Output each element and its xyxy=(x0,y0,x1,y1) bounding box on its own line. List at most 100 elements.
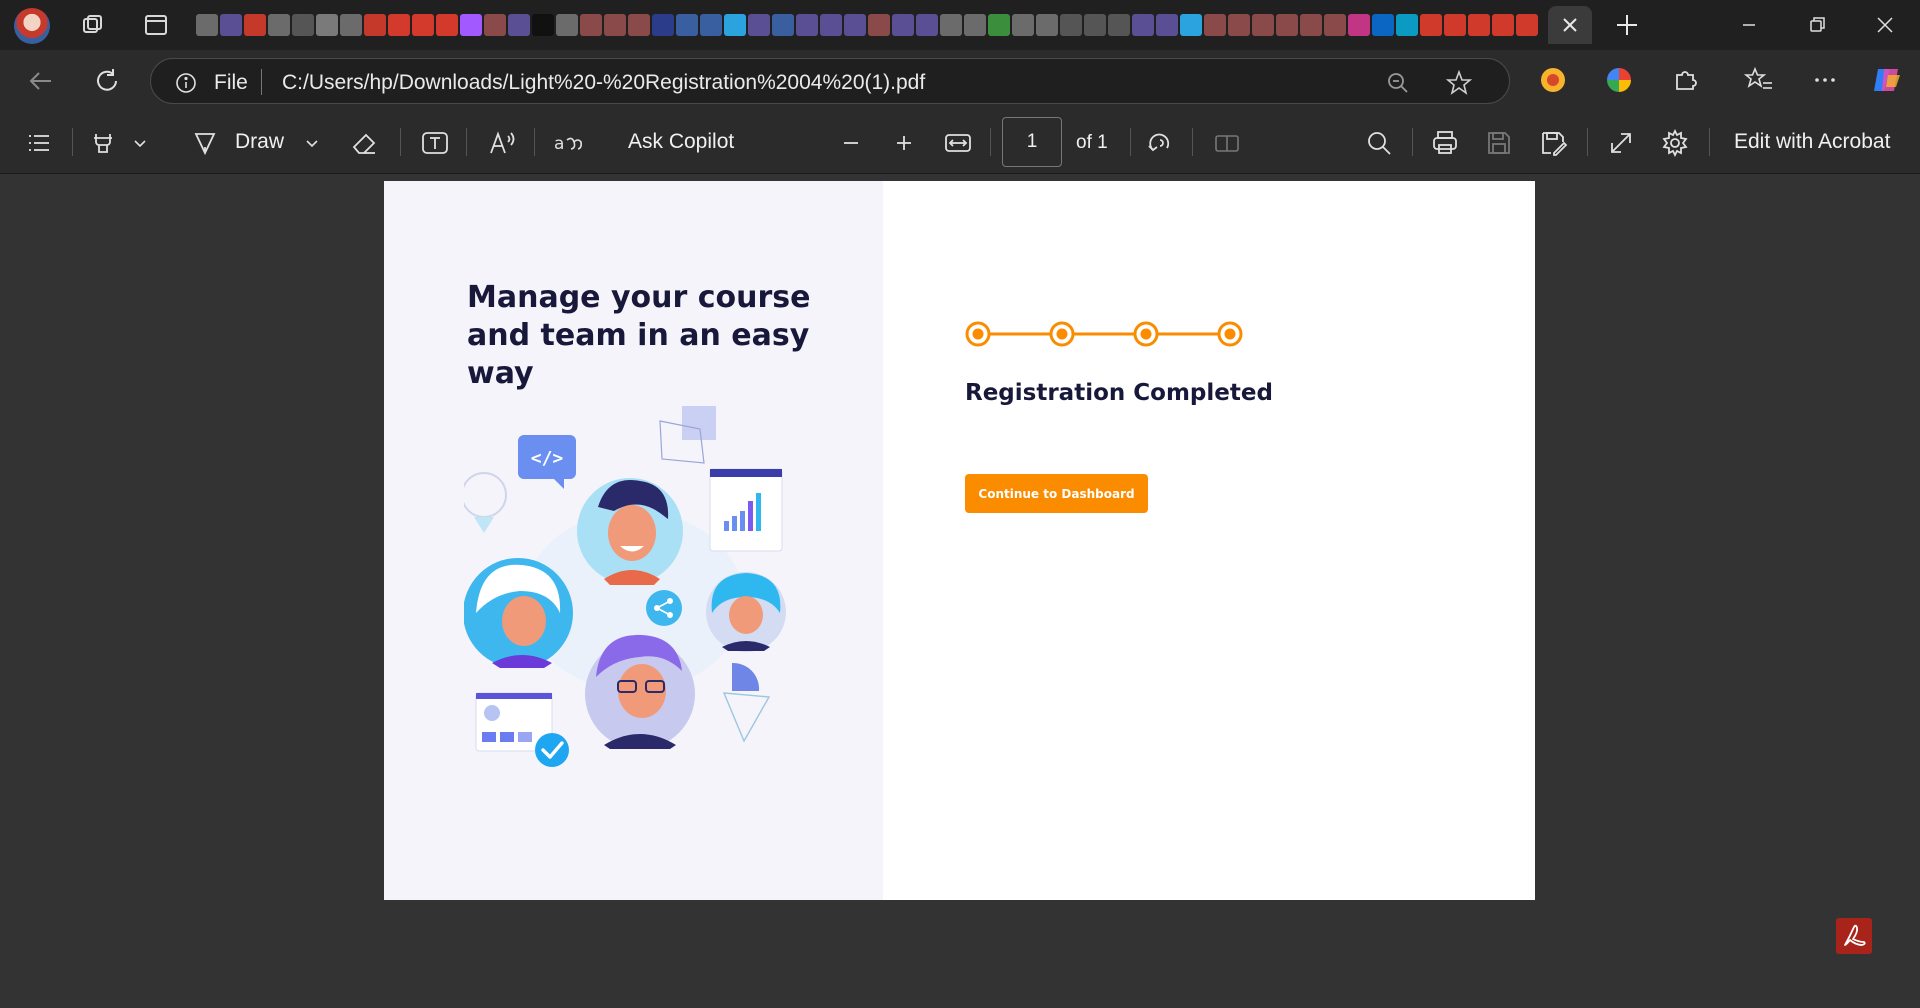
tab-favicon-pdf[interactable] xyxy=(484,14,506,36)
tab-favicon-instagram[interactable] xyxy=(1348,14,1370,36)
tab-favicon-telegram[interactable] xyxy=(1180,14,1202,36)
tab-favicon-doc[interactable] xyxy=(340,14,362,36)
workspaces-icon[interactable] xyxy=(80,12,106,38)
zoom-out-icon[interactable] xyxy=(1385,70,1411,96)
chevron-down-icon[interactable] xyxy=(302,133,322,153)
zoom-in-plus-icon[interactable] xyxy=(889,128,919,158)
tab-favicon-pdf[interactable] xyxy=(868,14,890,36)
extension-orange-icon[interactable] xyxy=(1538,65,1568,95)
tab-favicon-list[interactable] xyxy=(916,14,938,36)
acrobat-icon[interactable] xyxy=(1836,918,1872,954)
tab-favicon-gmail[interactable] xyxy=(388,14,410,36)
tab-favicon-d[interactable] xyxy=(1396,14,1418,36)
restore-icon[interactable] xyxy=(1802,10,1832,40)
tab-favicon-doc[interactable] xyxy=(940,14,962,36)
tab-favicon-list[interactable] xyxy=(508,14,530,36)
tab-favicon-list[interactable] xyxy=(1132,14,1154,36)
tab-favicon-pdf[interactable] xyxy=(1324,14,1346,36)
tab-favicon-figma[interactable] xyxy=(460,14,482,36)
tab-favicon-pdf[interactable] xyxy=(1420,14,1442,36)
tab-favicon-uk-flag[interactable] xyxy=(652,14,674,36)
ask-copilot-button[interactable]: Ask Copilot xyxy=(628,130,734,154)
refresh-icon[interactable] xyxy=(92,66,122,96)
tab-favicon-doc[interactable] xyxy=(196,14,218,36)
draw-pen-icon[interactable] xyxy=(190,128,220,158)
tab-favicon-list[interactable] xyxy=(748,14,770,36)
tab-favicon-pdf[interactable] xyxy=(316,14,338,36)
tab-favicon-gmail[interactable] xyxy=(244,14,266,36)
tab-favicon-linkedin[interactable] xyxy=(1372,14,1394,36)
tab-favicon-pdf[interactable] xyxy=(1516,14,1538,36)
tab-favicon-globe[interactable] xyxy=(676,14,698,36)
tab-favicon-doc[interactable] xyxy=(1036,14,1058,36)
edit-with-acrobat-button[interactable]: Edit with Acrobat xyxy=(1734,130,1890,154)
tab-actions-icon[interactable] xyxy=(143,12,169,38)
favorite-star-icon[interactable] xyxy=(1445,69,1473,97)
tab-favicon-x[interactable] xyxy=(532,14,554,36)
continue-to-dashboard-button[interactable]: Continue to Dashboard xyxy=(965,474,1148,513)
extension-colorwheel-icon[interactable] xyxy=(1604,65,1634,95)
tab-favicon-bank[interactable] xyxy=(1060,14,1082,36)
tab-favicon-pdf[interactable] xyxy=(1444,14,1466,36)
tab-favicon-chatgpt[interactable] xyxy=(292,14,314,36)
tab-favicon-pdf[interactable] xyxy=(628,14,650,36)
tab-favicon-pdf[interactable] xyxy=(1252,14,1274,36)
tab-favicon-globe[interactable] xyxy=(772,14,794,36)
zoom-out-minus-icon[interactable] xyxy=(836,128,866,158)
tab-favicon-pdf[interactable] xyxy=(1468,14,1490,36)
page-number-input[interactable]: 1 xyxy=(1002,117,1062,167)
tab-favicon-list[interactable] xyxy=(892,14,914,36)
tab-favicon-globe[interactable] xyxy=(700,14,722,36)
rotate-icon[interactable] xyxy=(1145,128,1175,158)
favorites-icon[interactable] xyxy=(1744,65,1774,95)
url-text[interactable]: C:/Users/hp/Downloads/Light%20-%20Regist… xyxy=(282,71,925,95)
tab-favicon-pdf[interactable] xyxy=(580,14,602,36)
address-bar[interactable]: File C:/Users/hp/Downloads/Light%20-%20R… xyxy=(150,58,1510,104)
tab-favicon-pdf[interactable] xyxy=(1204,14,1226,36)
more-menu-icon[interactable] xyxy=(1810,65,1840,95)
fit-width-icon[interactable] xyxy=(943,128,973,158)
page-view-icon[interactable] xyxy=(1212,128,1242,158)
text-box-icon[interactable] xyxy=(420,128,450,158)
tab-favicon-pdf[interactable] xyxy=(1300,14,1322,36)
tab-favicon-gmail[interactable] xyxy=(364,14,386,36)
tab-favicon-gmail[interactable] xyxy=(412,14,434,36)
tab-favicon-pdf[interactable] xyxy=(1492,14,1514,36)
eraser-icon[interactable] xyxy=(350,128,380,158)
read-aloud-icon[interactable] xyxy=(487,128,517,158)
tab-favicon-list[interactable] xyxy=(796,14,818,36)
profile-avatar[interactable] xyxy=(14,8,50,44)
tab-favicon-doc[interactable] xyxy=(268,14,290,36)
site-info-icon[interactable] xyxy=(175,72,197,94)
tab-favicon-doc[interactable] xyxy=(1012,14,1034,36)
highlight-icon[interactable] xyxy=(88,128,118,158)
close-window-icon[interactable] xyxy=(1870,10,1900,40)
copilot-icon[interactable] xyxy=(1870,63,1904,97)
tab-favicon-pdf[interactable] xyxy=(1228,14,1250,36)
tab-favicon-pdf[interactable] xyxy=(1276,14,1298,36)
tab-favicon-list[interactable] xyxy=(844,14,866,36)
back-arrow-icon[interactable] xyxy=(26,66,56,96)
minimize-icon[interactable] xyxy=(1734,10,1764,40)
search-icon[interactable] xyxy=(1364,128,1394,158)
table-of-contents-icon[interactable] xyxy=(24,128,54,158)
fullscreen-icon[interactable] xyxy=(1606,128,1636,158)
tab-favicon-list[interactable] xyxy=(820,14,842,36)
tab-favicon-list[interactable] xyxy=(220,14,242,36)
tab-favicon-gmail[interactable] xyxy=(436,14,458,36)
tab-favicon-check[interactable] xyxy=(988,14,1010,36)
tab-favicon-telegram[interactable] xyxy=(724,14,746,36)
chevron-down-icon[interactable] xyxy=(130,133,150,153)
tab-favicon-doc[interactable] xyxy=(964,14,986,36)
settings-gear-icon[interactable] xyxy=(1660,128,1690,158)
extensions-puzzle-icon[interactable] xyxy=(1670,65,1700,95)
tab-favicon-bank[interactable] xyxy=(1108,14,1130,36)
save-as-icon[interactable] xyxy=(1538,128,1568,158)
tab-favicon-bank[interactable] xyxy=(1084,14,1106,36)
active-tab[interactable] xyxy=(1548,6,1592,44)
close-tab-icon[interactable] xyxy=(1560,15,1580,35)
save-icon[interactable] xyxy=(1484,128,1514,158)
tab-favicon-pdf[interactable] xyxy=(604,14,626,36)
tab-favicon-list[interactable] xyxy=(1156,14,1178,36)
new-tab-icon[interactable] xyxy=(1614,12,1640,38)
